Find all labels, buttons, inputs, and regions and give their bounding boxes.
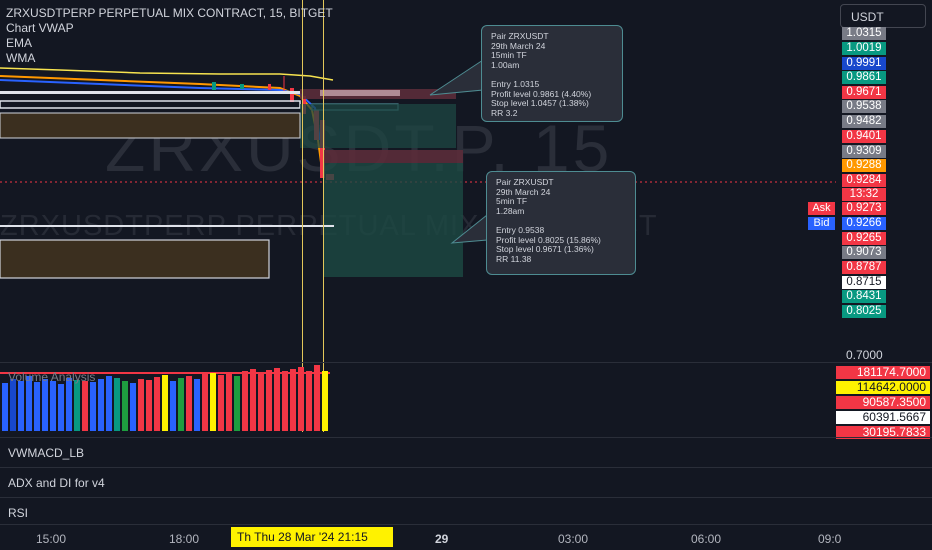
volume-pane-title[interactable]: Volume Analysis — [8, 370, 95, 384]
volume-bar — [314, 365, 320, 431]
volume-bar — [234, 376, 240, 431]
volume-scale-label: 114642.0000 — [836, 381, 930, 394]
price-label: 0.9861 — [842, 71, 886, 84]
price-label: 0.9265 — [842, 232, 886, 245]
volume-chart[interactable] — [0, 363, 836, 436]
volume-bar — [146, 380, 152, 431]
volume-bar — [210, 373, 216, 431]
indicator-ema[interactable]: EMA — [6, 36, 333, 51]
price-label: 0.8715 — [842, 276, 886, 289]
indicator-vwap[interactable]: Chart VWAP — [6, 21, 333, 36]
volume-bar — [2, 383, 8, 431]
pane-separator[interactable] — [0, 497, 932, 498]
profit-zone-2 — [323, 163, 463, 277]
volume-bar — [74, 380, 80, 431]
price-label: 0.8431 — [842, 290, 886, 303]
volume-bar — [10, 379, 16, 431]
volume-bar — [106, 376, 112, 431]
volume-bar — [122, 381, 128, 431]
price-label: 0.9288 — [842, 159, 886, 172]
volume-bar — [34, 382, 40, 431]
volume-bar — [322, 371, 328, 431]
volume-bar — [266, 370, 272, 431]
price-label: 0.9671 — [842, 86, 886, 99]
volume-bar — [138, 379, 144, 431]
volume-bar — [58, 384, 64, 431]
volume-bar — [66, 378, 72, 431]
level-line — [0, 91, 300, 94]
volume-bar — [50, 381, 56, 431]
volume-bar — [154, 377, 160, 431]
volume-bar — [306, 371, 312, 431]
scale-bottom-value: 0.7000 — [846, 348, 883, 362]
volume-bar — [282, 371, 288, 431]
time-label: 15:00 — [36, 532, 67, 546]
price-label: 1.0019 — [842, 42, 886, 55]
price-label: 0.9309 — [842, 145, 886, 158]
volume-scale-label: 90587.3500 — [836, 396, 930, 409]
price-label: 1.0315 — [842, 27, 886, 40]
range-box-1 — [0, 112, 301, 139]
pane-rsi[interactable]: RSI — [8, 506, 28, 520]
price-label: 13:32 — [842, 188, 886, 201]
pane-adx[interactable]: ADX and DI for v4 — [8, 476, 105, 490]
volume-bar — [186, 376, 192, 431]
volume-bar — [178, 378, 184, 431]
volume-bar — [130, 383, 136, 431]
volume-bar — [226, 374, 232, 431]
price-label: 0.9482 — [842, 115, 886, 128]
volume-bar — [218, 375, 224, 431]
volume-scale-label: 181174.7000 — [836, 366, 930, 379]
volume-bar — [98, 379, 104, 431]
time-label: 18:00 — [169, 532, 200, 546]
volume-bar — [114, 378, 120, 431]
price-label: 0.9991 — [842, 57, 886, 70]
trade-note-1[interactable]: Pair ZRXUSDT 29th March 24 15min TF 1.00… — [481, 25, 623, 122]
currency-button[interactable]: USDT — [840, 4, 926, 28]
price-label: 0.8787 — [842, 261, 886, 274]
bid-label: Bid — [808, 217, 835, 230]
time-label: 06:00 — [691, 532, 722, 546]
pane-separator[interactable] — [0, 437, 932, 438]
time-label: 03:00 — [558, 532, 589, 546]
time-label-day: 29 — [435, 532, 449, 546]
chart-legend: ZRXUSDTPERP PERPETUAL MIX CONTRACT, 15, … — [6, 6, 333, 66]
volume-bar — [202, 374, 208, 431]
volume-bar — [242, 371, 248, 431]
volume-bar — [90, 382, 96, 431]
volume-bar — [82, 381, 88, 431]
price-label: 0.9266 — [842, 217, 886, 230]
ask-label: Ask — [808, 202, 835, 215]
price-label: 0.9284 — [842, 174, 886, 187]
volume-bar — [290, 369, 296, 431]
price-label: 0.9401 — [842, 130, 886, 143]
time-axis-separator — [0, 524, 932, 525]
volume-bar — [258, 373, 264, 431]
volume-bar — [194, 379, 200, 431]
range-box-2 — [0, 239, 270, 279]
volume-bar — [162, 375, 168, 431]
price-label: 0.9538 — [842, 100, 886, 113]
volume-scale-label: 60391.5667 — [836, 411, 930, 424]
trade-note-2[interactable]: Pair ZRXUSDT 29th March 24 5min TF 1.28a… — [486, 171, 636, 275]
pane-separator[interactable] — [0, 467, 932, 468]
volume-bar — [42, 379, 48, 431]
volume-bar — [298, 367, 304, 431]
price-label: 0.9073 — [842, 246, 886, 259]
volume-bar — [250, 369, 256, 431]
indicator-wma[interactable]: WMA — [6, 51, 333, 66]
time-label: 09:0 — [818, 532, 842, 546]
price-label: 0.8025 — [842, 305, 886, 318]
crosshair-time-label: Th Thu 28 Mar '24 21:15 — [231, 527, 393, 547]
stop-zone-2 — [323, 150, 463, 163]
pane-vwmacd[interactable]: VWMACD_LB — [8, 446, 84, 460]
volume-bar — [26, 376, 32, 431]
volume-bar — [274, 368, 280, 431]
volume-bar — [18, 381, 24, 431]
volume-bar — [170, 381, 176, 431]
symbol-title[interactable]: ZRXUSDTPERP PERPETUAL MIX CONTRACT, 15, … — [6, 6, 333, 21]
price-label: 0.9273 — [842, 202, 886, 215]
